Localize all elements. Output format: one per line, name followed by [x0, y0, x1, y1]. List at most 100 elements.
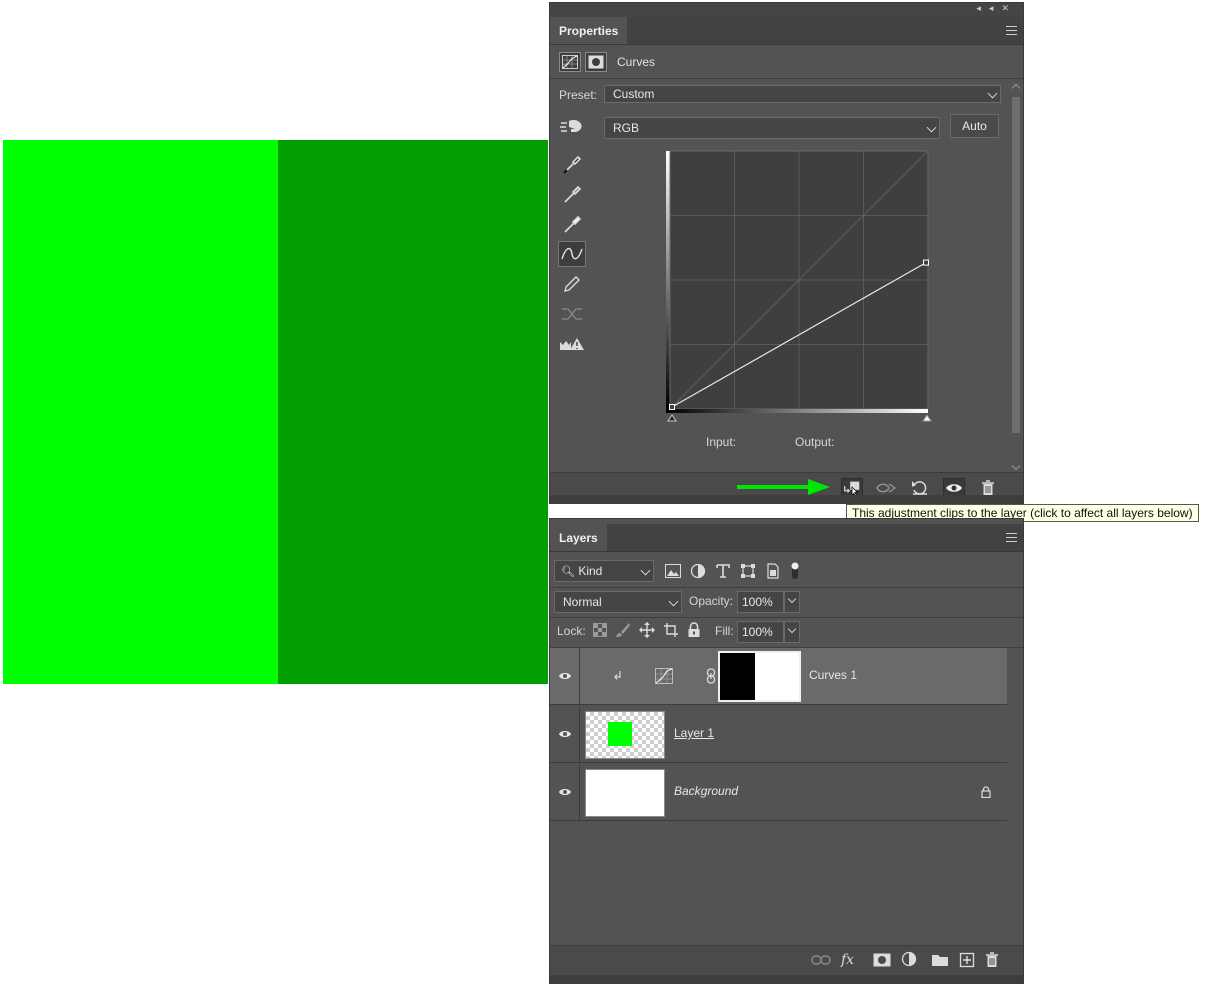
layer-thumbnail[interactable] [585, 711, 665, 759]
eye-icon [558, 731, 571, 737]
layers-panel: Layers 🔍︎ Kind Normal Opacity: 100% Lock… [549, 518, 1024, 984]
panel-menu-icon[interactable] [1006, 26, 1017, 35]
shape-layer-filter-icon[interactable] [740, 563, 756, 579]
sample-highlights-eyedropper-icon[interactable] [558, 211, 586, 237]
layers-bottom-bar: fx [550, 945, 1023, 975]
layer-row-background[interactable]: Background [550, 764, 1007, 821]
filter-toggle-icon[interactable] [790, 561, 800, 581]
layer-filter-icons [665, 561, 800, 581]
white-point-slider[interactable] [922, 414, 932, 422]
collapse-icon[interactable]: ◂◂ [976, 3, 1001, 13]
targeted-adjustment-icon[interactable] [559, 117, 585, 140]
properties-panel: ◂◂✕ Properties Curves Preset: Custom RGB… [549, 2, 1024, 504]
fill-input[interactable]: 100% [737, 621, 784, 643]
add-layer-style-fx-icon[interactable]: fx [841, 952, 863, 968]
chevron-down-icon [987, 88, 998, 99]
curves-graph[interactable] [666, 150, 932, 430]
adjustment-layer-filter-icon[interactable] [690, 563, 706, 579]
layers-tabbar: Layers [550, 524, 1023, 552]
scroll-up-icon[interactable] [1011, 83, 1021, 93]
smart-object-filter-icon[interactable] [765, 563, 781, 579]
layer-name[interactable]: Curves 1 [809, 668, 857, 682]
sample-midtones-eyedropper-icon[interactable] [558, 181, 586, 207]
layer-mask-thumbnail[interactable] [718, 651, 801, 702]
preset-dropdown[interactable]: Custom [604, 85, 1001, 103]
sample-shadows-eyedropper-icon[interactable] [558, 151, 586, 177]
panel-resize-grip[interactable] [550, 975, 1023, 983]
lock-image-pixels-brush-icon[interactable] [615, 622, 631, 638]
new-layer-icon[interactable] [959, 952, 975, 968]
properties-scrollbar[interactable] [1011, 83, 1021, 473]
new-adjustment-layer-icon[interactable] [901, 951, 921, 969]
fill-label: Fill: [715, 624, 734, 638]
lock-icon [981, 786, 991, 798]
curves-tools [558, 151, 588, 361]
layer-visibility-toggle[interactable] [550, 648, 580, 704]
eye-icon [558, 673, 571, 679]
chevron-down-icon [640, 565, 651, 576]
divider [550, 587, 1023, 588]
opacity-label: Opacity: [689, 594, 734, 608]
link-layers-icon[interactable] [811, 954, 831, 966]
layer-name[interactable]: Background [674, 784, 738, 798]
layer-filter-dropdown[interactable]: 🔍︎ Kind [554, 560, 654, 582]
lock-position-move-icon[interactable] [639, 622, 655, 638]
scroll-thumb[interactable] [1012, 97, 1020, 433]
black-point-slider[interactable] [667, 414, 677, 422]
mask-link-chain-icon[interactable] [706, 668, 716, 684]
clipping-warning-icon[interactable] [558, 331, 586, 357]
delete-layer-trash-icon[interactable] [985, 952, 999, 968]
green-arrow-annotation [736, 478, 832, 499]
tab-properties[interactable]: Properties [550, 17, 628, 44]
smooth-curve-icon [558, 301, 586, 327]
output-gradient-bar [666, 151, 670, 409]
lock-artboard-icon[interactable] [663, 622, 679, 638]
channel-value: RGB [613, 121, 640, 135]
blend-mode-dropdown[interactable]: Normal [554, 591, 682, 613]
auto-button[interactable]: Auto [950, 114, 999, 138]
layer-name[interactable]: Layer 1 [674, 726, 714, 740]
layer-visibility-toggle[interactable] [550, 764, 580, 820]
divider [550, 617, 1023, 618]
chevron-down-icon [668, 596, 679, 607]
panel-menu-icon[interactable] [1006, 533, 1017, 542]
lock-icons [593, 622, 701, 638]
new-group-folder-icon[interactable] [931, 953, 949, 967]
panel-collapse-bar: ◂◂✕ [550, 3, 1023, 17]
fill-stepper[interactable] [784, 621, 800, 643]
properties-tabbar: Properties [550, 17, 1023, 45]
pixel-layer-filter-icon[interactable] [665, 564, 681, 578]
layer-thumbnail[interactable] [585, 769, 665, 817]
curves-adjustment-icon[interactable] [559, 52, 581, 72]
input-gradient-bar [666, 409, 928, 413]
add-layer-mask-icon[interactable] [873, 953, 891, 967]
divider [550, 78, 1023, 79]
output-label: Output: [795, 435, 835, 449]
document-canvas[interactable] [3, 140, 548, 684]
opacity-stepper[interactable] [784, 591, 800, 613]
layer-mask-icon[interactable] [585, 52, 607, 72]
edit-points-curve-icon[interactable] [558, 241, 586, 267]
chevron-down-icon [787, 594, 797, 604]
adjustment-title: Curves [617, 55, 656, 69]
type-layer-filter-icon[interactable] [715, 563, 731, 579]
chevron-down-icon [926, 122, 937, 133]
pencil-draw-icon[interactable] [558, 271, 586, 297]
preset-value: Custom [613, 87, 655, 101]
close-panel-icon[interactable]: ✕ [1001, 3, 1017, 13]
channel-dropdown[interactable]: RGB [604, 117, 940, 139]
canvas-dark-green-area [278, 140, 548, 684]
scroll-down-icon[interactable] [1011, 461, 1021, 471]
curve-point[interactable] [923, 259, 929, 266]
lock-all-icon[interactable] [687, 622, 701, 638]
chevron-down-icon [787, 624, 797, 634]
curves-adjustment-layer-icon [655, 668, 673, 684]
layer-row-curves-1[interactable]: Curves 1 [550, 648, 1007, 705]
layer-row-layer-1[interactable]: Layer 1 [550, 706, 1007, 763]
layer-visibility-toggle[interactable] [550, 706, 580, 762]
lock-transparent-pixels-icon[interactable] [593, 623, 607, 637]
curve-point[interactable] [669, 404, 675, 410]
opacity-input[interactable]: 100% [737, 591, 784, 613]
canvas-light-green-area [3, 140, 278, 684]
tab-layers[interactable]: Layers [550, 524, 607, 551]
